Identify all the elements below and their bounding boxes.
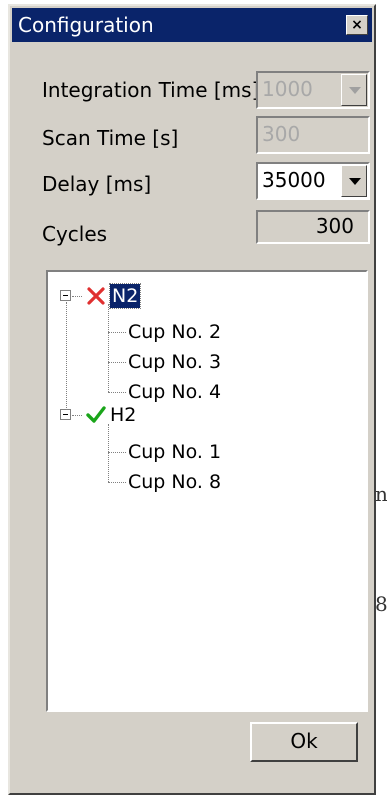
- tree-connector: [108, 304, 109, 392]
- red-x-icon: [87, 287, 105, 305]
- tree-item-cup-1[interactable]: Cup No. 1: [128, 440, 221, 464]
- ok-button-label: Ok: [290, 729, 318, 753]
- scan-time-label: Scan Time [s]: [42, 126, 179, 150]
- delay-value: 35000: [262, 168, 326, 192]
- configuration-dialog: Configuration × Integration Time [ms] 10…: [8, 4, 376, 795]
- delay-select[interactable]: 35000: [256, 162, 370, 200]
- tree-item-cup-2[interactable]: Cup No. 2: [128, 320, 221, 344]
- background-glyph-8: 8: [375, 592, 387, 616]
- collapse-toggle-n2[interactable]: [60, 290, 71, 301]
- tree-node-n2[interactable]: N2: [108, 283, 142, 309]
- cycles-label: Cycles: [42, 222, 108, 246]
- cycles-value: 300: [315, 214, 354, 238]
- gas-tree-view[interactable]: N2 Cup No. 2 Cup No. 3 Cup No. 4 H2 Cup …: [46, 270, 368, 712]
- chevron-down-icon: [349, 87, 361, 94]
- window-title: Configuration: [18, 13, 154, 37]
- tree-connector: [108, 392, 126, 393]
- scan-time-value: 300: [262, 122, 301, 146]
- tree-connector: [72, 415, 82, 416]
- cycles-display: 300: [256, 210, 370, 244]
- collapse-toggle-h2[interactable]: [60, 409, 71, 420]
- tree-connector: [108, 452, 126, 453]
- title-bar: Configuration ×: [12, 8, 372, 42]
- green-check-icon: [86, 406, 106, 423]
- tree-connector: [108, 424, 109, 482]
- tree-connector: [72, 296, 82, 297]
- background-glyph-n: n: [375, 482, 387, 506]
- tree-item-cup-4[interactable]: Cup No. 4: [128, 380, 221, 404]
- integration-time-select: 1000: [256, 71, 370, 109]
- integration-time-label: Integration Time [ms]: [42, 78, 260, 102]
- ok-button[interactable]: Ok: [250, 722, 358, 762]
- integration-time-dropdown-button: [341, 74, 367, 106]
- close-icon: ×: [351, 17, 363, 33]
- tree-connector: [108, 362, 126, 363]
- tree-node-h2[interactable]: H2: [110, 403, 136, 427]
- tree-connector: [108, 332, 126, 333]
- delay-dropdown-button[interactable]: [341, 165, 367, 197]
- tree-item-cup-3[interactable]: Cup No. 3: [128, 350, 221, 374]
- close-button[interactable]: ×: [346, 15, 368, 35]
- delay-label: Delay [ms]: [42, 172, 152, 196]
- chevron-down-icon: [349, 178, 361, 185]
- tree-connector: [66, 302, 67, 410]
- integration-time-value: 1000: [262, 77, 313, 101]
- tree-connector: [108, 482, 126, 483]
- tree-item-cup-8[interactable]: Cup No. 8: [128, 470, 221, 494]
- scan-time-input: 300: [256, 116, 370, 154]
